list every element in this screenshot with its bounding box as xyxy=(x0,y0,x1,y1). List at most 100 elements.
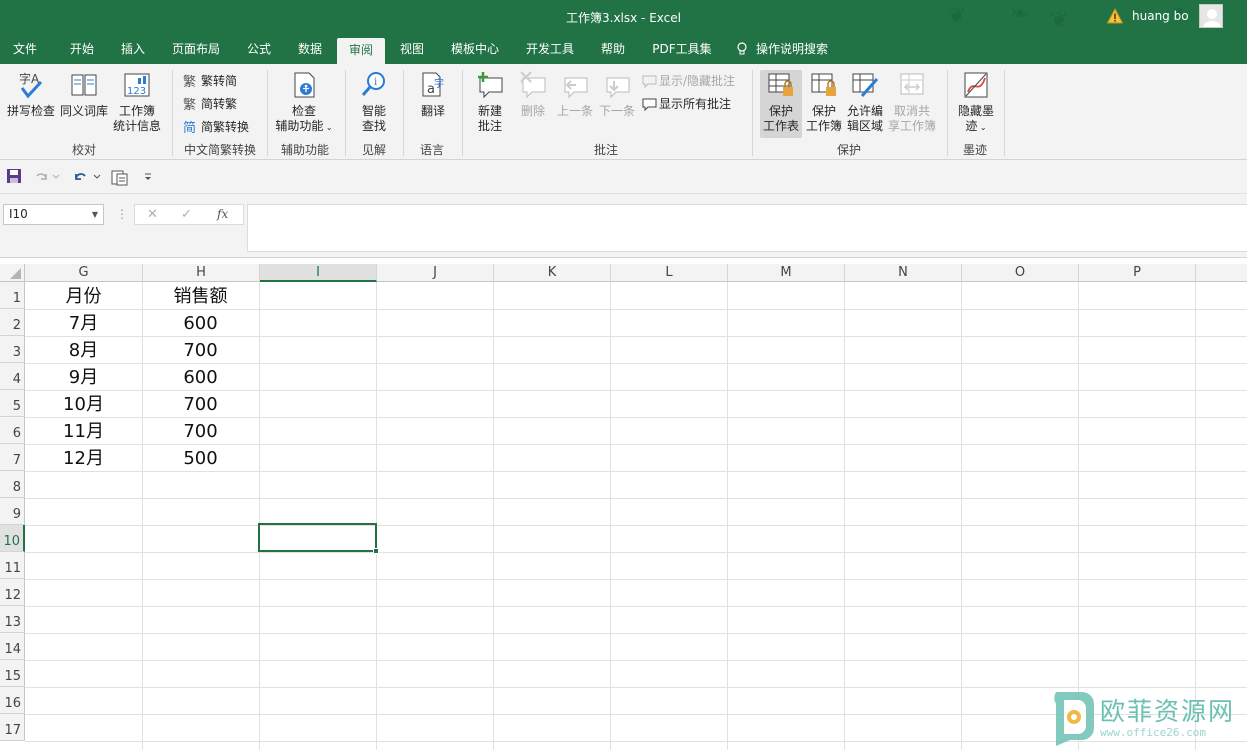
user-name[interactable]: huang bo xyxy=(1132,9,1189,23)
row-header[interactable]: 6 xyxy=(0,417,25,444)
row-header[interactable]: 2 xyxy=(0,309,25,336)
show-all-comments-button[interactable]: 显示所有批注 xyxy=(642,95,731,112)
column-header-o[interactable]: O xyxy=(962,264,1079,282)
paste-icon[interactable] xyxy=(110,168,130,186)
cell-h3[interactable]: 700 xyxy=(142,336,259,363)
tab-file[interactable]: 文件 xyxy=(4,36,46,64)
column-header-q[interactable] xyxy=(1196,264,1247,282)
row-header[interactable]: 15 xyxy=(0,660,25,687)
column-header-k[interactable]: K xyxy=(494,264,611,282)
cell-h7[interactable]: 500 xyxy=(142,444,259,471)
active-cell-i10[interactable] xyxy=(258,523,379,554)
cell-h5[interactable]: 700 xyxy=(142,390,259,417)
next-comment-button[interactable]: 下一条 xyxy=(597,70,637,119)
column-header-g[interactable]: G xyxy=(25,264,143,282)
thesaurus-button[interactable]: 同义词库 xyxy=(58,70,110,119)
tab-review[interactable]: 审阅 xyxy=(337,38,385,64)
gridline xyxy=(727,282,728,750)
cell-g3[interactable]: 8月 xyxy=(25,336,142,363)
cancel-icon[interactable]: ✕ xyxy=(147,207,158,222)
unshare-workbook-button[interactable]: 取消共 享工作簿 xyxy=(886,70,938,134)
cell-g2[interactable]: 7月 xyxy=(25,309,142,336)
formula-input[interactable] xyxy=(247,204,1247,252)
cell-h1[interactable]: 销售额 xyxy=(142,282,259,309)
check-accessibility-button[interactable]: 检查 辅助功能 ⌄ xyxy=(272,70,336,135)
smart-lookup-button[interactable]: i 智能 查找 xyxy=(352,70,396,134)
tab-page-layout[interactable]: 页面布局 xyxy=(165,36,227,64)
enter-icon[interactable]: ✓ xyxy=(181,207,192,222)
row-header[interactable]: 12 xyxy=(0,579,25,606)
cell-h2[interactable]: 600 xyxy=(142,309,259,336)
row-header[interactable]: 7 xyxy=(0,444,25,471)
insert-function-icon[interactable]: fx xyxy=(217,207,228,221)
name-box[interactable]: I10 ▼ xyxy=(3,204,104,225)
tab-pdf-tools[interactable]: PDF工具集 xyxy=(645,36,719,64)
tab-help[interactable]: 帮助 xyxy=(592,36,634,64)
cell-h6[interactable]: 700 xyxy=(142,417,259,444)
redo-icon[interactable] xyxy=(34,168,60,184)
delete-comment-button[interactable]: 删除 xyxy=(514,70,552,119)
cell-g6[interactable]: 11月 xyxy=(25,417,142,444)
tell-me-search[interactable]: 操作说明搜索 xyxy=(736,36,846,64)
protect-sheet-button[interactable]: 保护 工作表 xyxy=(760,70,802,138)
statistics-icon: 123 xyxy=(124,73,150,97)
translate-button[interactable]: a 字 翻译 xyxy=(412,70,454,119)
previous-comment-button[interactable]: 上一条 xyxy=(555,70,595,119)
row-header[interactable]: 16 xyxy=(0,687,25,714)
cell-g4[interactable]: 9月 xyxy=(25,363,142,390)
gridline xyxy=(1195,282,1196,750)
worksheet-grid[interactable]: G H I J K L M N O P 1 2 3 4 5 6 7 8 9 10… xyxy=(0,264,1247,750)
row-header[interactable]: 14 xyxy=(0,633,25,660)
column-header-i[interactable]: I xyxy=(260,264,377,282)
avatar[interactable] xyxy=(1199,4,1223,28)
undo-icon[interactable] xyxy=(72,168,102,184)
group-separator xyxy=(462,70,463,156)
tab-formulas[interactable]: 公式 xyxy=(237,36,281,64)
row-header[interactable]: 17 xyxy=(0,714,25,741)
group-separator xyxy=(947,70,948,156)
simplified-to-traditional-button[interactable]: 繁简转繁 xyxy=(183,95,237,113)
tab-developer[interactable]: 开发工具 xyxy=(518,36,582,64)
chinese-conversion-button[interactable]: 简简繁转换 xyxy=(183,118,249,136)
column-header-n[interactable]: N xyxy=(845,264,962,282)
select-all-corner[interactable] xyxy=(0,264,25,282)
spelling-button[interactable]: 字A 拼写检查 xyxy=(5,70,57,119)
row-header[interactable]: 8 xyxy=(0,471,25,498)
row-header[interactable]: 9 xyxy=(0,498,25,525)
tab-data[interactable]: 数据 xyxy=(289,36,331,64)
column-header-m[interactable]: M xyxy=(728,264,845,282)
column-header-p[interactable]: P xyxy=(1079,264,1196,282)
row-header[interactable]: 13 xyxy=(0,606,25,633)
new-comment-button[interactable]: 新建 批注 xyxy=(470,70,510,134)
hide-ink-button[interactable]: 隐藏墨 迹 ⌄ xyxy=(954,70,998,135)
row-header[interactable]: 3 xyxy=(0,336,25,363)
cell-g1[interactable]: 月份 xyxy=(25,282,142,309)
cell-g5[interactable]: 10月 xyxy=(25,390,142,417)
row-header[interactable]: 1 xyxy=(0,282,25,309)
workbook-statistics-button[interactable]: 123 工作簿 统计信息 xyxy=(111,70,163,134)
customize-toolbar-icon[interactable] xyxy=(142,168,154,184)
warning-icon[interactable] xyxy=(1107,8,1123,24)
traditional-to-simplified-button[interactable]: 繁繁转简 xyxy=(183,72,237,90)
cell-h4[interactable]: 600 xyxy=(142,363,259,390)
show-hide-comment-button[interactable]: 显示/隐藏批注 xyxy=(642,72,735,89)
fill-handle[interactable] xyxy=(373,548,379,554)
protect-workbook-button[interactable]: 保护 工作簿 xyxy=(804,70,844,134)
tab-insert[interactable]: 插入 xyxy=(112,36,154,64)
row-header[interactable]: 11 xyxy=(0,552,25,579)
column-header-l[interactable]: L xyxy=(611,264,728,282)
save-icon[interactable] xyxy=(6,168,22,184)
column-header-j[interactable]: J xyxy=(377,264,494,282)
tab-home[interactable]: 开始 xyxy=(60,36,104,64)
allow-edit-ranges-button[interactable]: 允许编 辑区域 xyxy=(845,70,885,134)
lightbulb-icon xyxy=(737,42,747,55)
tab-view[interactable]: 视图 xyxy=(391,36,433,64)
tab-template-center[interactable]: 模板中心 xyxy=(444,36,506,64)
chevron-down-icon[interactable]: ▼ xyxy=(92,205,98,224)
svg-text:繁: 繁 xyxy=(183,74,196,88)
row-header-selected[interactable]: 10 xyxy=(0,525,25,552)
column-header-h[interactable]: H xyxy=(143,264,260,282)
cell-g7[interactable]: 12月 xyxy=(25,444,142,471)
row-header[interactable]: 5 xyxy=(0,390,25,417)
row-header[interactable]: 4 xyxy=(0,363,25,390)
